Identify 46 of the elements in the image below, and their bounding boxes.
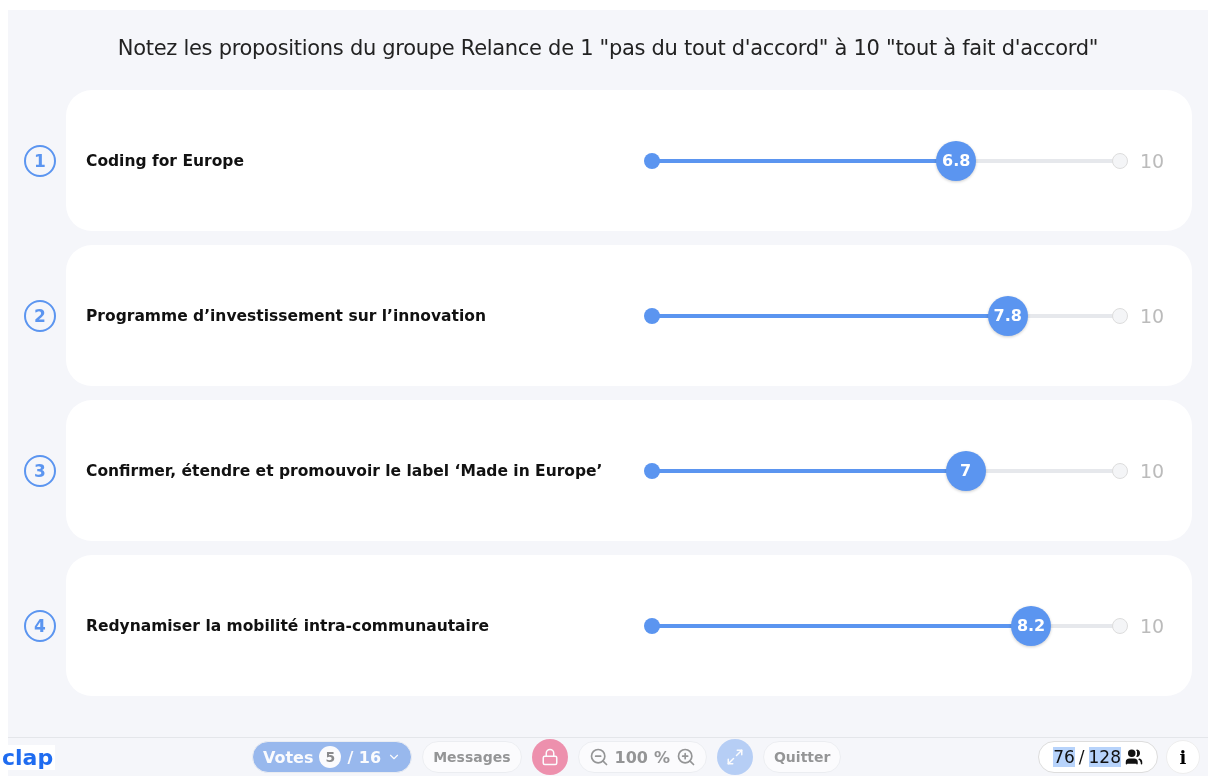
separator: / bbox=[1078, 747, 1085, 767]
question-title: Notez les propositions du groupe Relance de 1 "pas du tout d'accord" à 10 "tout à fait d'accord" bbox=[116, 36, 1100, 60]
slider-thumb[interactable]: 8.2 bbox=[1011, 605, 1052, 646]
proposition-label: Coding for Europe bbox=[86, 151, 245, 170]
lock-icon bbox=[540, 748, 559, 766]
number-circle: 3 bbox=[24, 454, 56, 487]
participants-count: 76 bbox=[1053, 747, 1075, 767]
proposition-label: Redynamiser la mobilité intra-communautaire bbox=[86, 616, 491, 635]
votes-button[interactable]: Votes 5 / 16 bbox=[251, 741, 413, 773]
people-icon bbox=[1125, 748, 1143, 766]
zoom-in-icon[interactable] bbox=[675, 747, 696, 767]
slider[interactable]: 7 bbox=[644, 450, 1128, 491]
slider-thumb[interactable]: 7.8 bbox=[987, 295, 1028, 336]
max-value: 10 bbox=[1140, 304, 1166, 327]
proposition-label: Programme d’investissement sur l’innovation bbox=[86, 306, 487, 325]
max-value: 10 bbox=[1140, 614, 1166, 637]
slider-thumb[interactable]: 7 bbox=[945, 450, 986, 491]
slider[interactable]: 7.8 bbox=[644, 295, 1128, 336]
max-value: 10 bbox=[1140, 149, 1166, 172]
number-circle: 4 bbox=[24, 609, 56, 642]
slider-end-dot bbox=[1112, 617, 1128, 634]
slider-end-dot bbox=[1112, 307, 1128, 324]
expand-icon bbox=[725, 748, 744, 766]
proposition-label: Confirmer, étendre et promouvoir le label ‘Made in Europe’ bbox=[86, 461, 604, 480]
logo: clap bbox=[0, 744, 56, 770]
participants-total: 128 bbox=[1088, 747, 1121, 767]
quit-button[interactable]: Quitter bbox=[762, 741, 842, 773]
slider-end-dot bbox=[1112, 152, 1128, 169]
info-button[interactable]: i bbox=[1166, 740, 1200, 774]
zoom-unit: % bbox=[653, 747, 670, 767]
slider[interactable]: 6.8 bbox=[644, 140, 1128, 181]
lock-button[interactable] bbox=[531, 739, 568, 775]
messages-button[interactable]: Messages bbox=[422, 741, 522, 773]
max-value: 10 bbox=[1140, 459, 1166, 482]
number-circle: 2 bbox=[24, 299, 56, 332]
slider-end-dot bbox=[1112, 462, 1128, 479]
slider-start-dot bbox=[644, 307, 660, 324]
zoom-out-icon[interactable] bbox=[588, 747, 609, 767]
slider-start-dot bbox=[644, 617, 660, 634]
slider-start-dot bbox=[644, 152, 660, 169]
slider-thumb[interactable]: 6.8 bbox=[936, 140, 977, 181]
number-circle: 1 bbox=[24, 144, 56, 177]
fullscreen-button[interactable] bbox=[716, 739, 753, 775]
slider-start-dot bbox=[644, 462, 660, 479]
zoom-value: 100 bbox=[614, 747, 648, 767]
slider[interactable]: 8.2 bbox=[644, 605, 1128, 646]
